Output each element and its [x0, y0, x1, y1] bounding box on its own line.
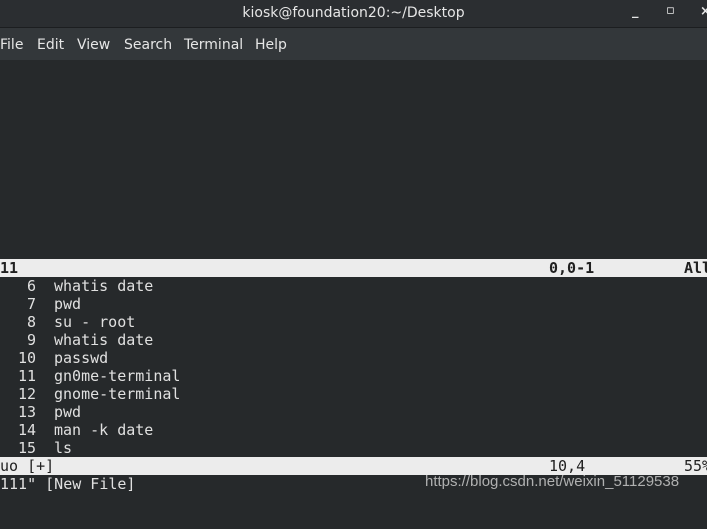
buffer-line: 7 pwd: [0, 295, 81, 313]
line-text: whatis date: [54, 277, 154, 295]
buffer-name: 11: [0, 259, 19, 277]
line-number: 14: [17, 421, 36, 439]
line-number: 15: [17, 439, 36, 457]
line-number: 12: [17, 385, 36, 403]
buffer-line: 12 gnome-terminal: [0, 385, 181, 403]
menu-view[interactable]: View: [77, 37, 110, 53]
menu-search[interactable]: Search: [124, 37, 172, 53]
line-text: su - root: [54, 313, 136, 331]
line-number: 8: [26, 313, 36, 331]
line-number: 13: [17, 403, 36, 421]
close-icon[interactable]: ×: [700, 4, 707, 19]
command-line: 111" [New File]: [0, 475, 136, 493]
buffer-name: uo [+]: [0, 457, 55, 475]
menu-file[interactable]: File: [0, 37, 23, 53]
menu-edit[interactable]: Edit: [37, 37, 64, 53]
line-number: 11: [17, 367, 36, 385]
line-text: ls: [54, 439, 73, 457]
line-text: man -k date: [54, 421, 154, 439]
line-text: pwd: [54, 295, 82, 313]
buffer-line: 15 ls: [0, 439, 72, 457]
buffer-line: 10 passwd: [0, 349, 108, 367]
line-number: 7: [26, 295, 36, 313]
scroll-position: All: [684, 259, 707, 277]
line-text: passwd: [54, 349, 109, 367]
buffer-line: 14 man -k date: [0, 421, 153, 439]
maximize-icon[interactable]: ▫: [666, 3, 675, 18]
menu-help[interactable]: Help: [255, 37, 287, 53]
buffer-line: 6 whatis date: [0, 277, 153, 295]
line-number: 6: [26, 277, 36, 295]
title-bar: kiosk@foundation20:~/Desktop _ ▫ ×: [0, 0, 707, 28]
scroll-position: 55%: [684, 457, 707, 475]
menu-terminal[interactable]: Terminal: [184, 37, 243, 53]
watermark: https://blog.csdn.net/weixin_51129538: [425, 473, 680, 490]
top-status-line: 11 0,0-1 All: [0, 259, 707, 277]
line-number: 10: [17, 349, 36, 367]
cursor-position: 0,0-1: [549, 259, 595, 277]
line-text: gnome-terminal: [54, 385, 181, 403]
line-text: gn0me-terminal: [54, 367, 181, 385]
buffer-line: 9 whatis date: [0, 331, 153, 349]
window-title: kiosk@foundation20:~/Desktop: [242, 5, 465, 21]
menu-bar: File Edit View Search Terminal Help: [0, 28, 707, 60]
buffer-line: 8 su - root: [0, 313, 135, 331]
buffer-line: 13 pwd: [0, 403, 81, 421]
line-text: pwd: [54, 403, 82, 421]
buffer-line: 11 gn0me-terminal: [0, 367, 181, 385]
line-number: 9: [26, 331, 36, 349]
line-text: whatis date: [54, 331, 154, 349]
minimize-icon[interactable]: _: [632, 4, 639, 19]
